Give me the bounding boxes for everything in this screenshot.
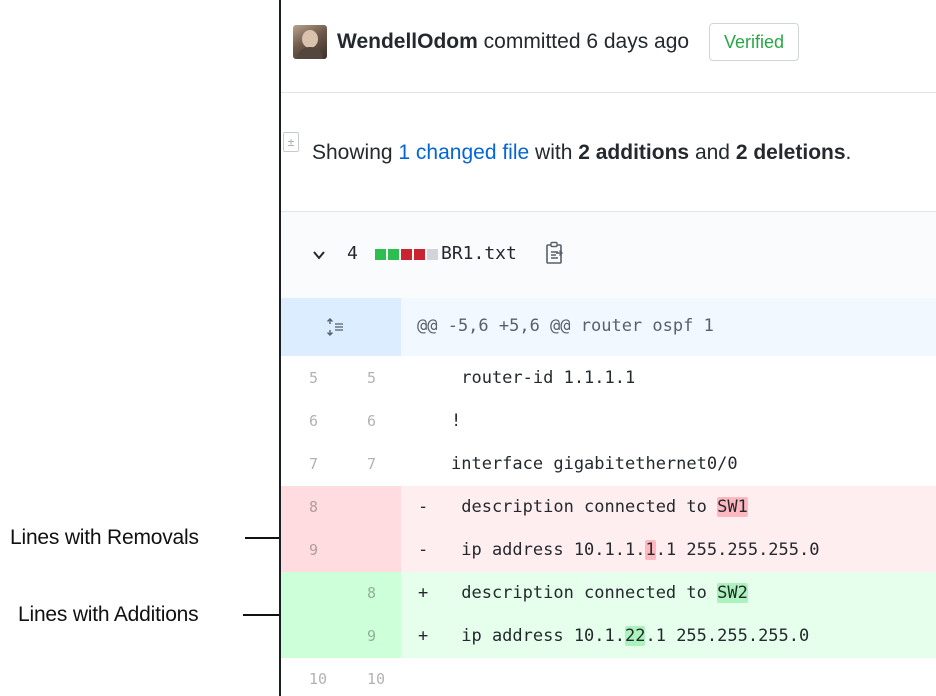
new-line-number[interactable]: 10 (367, 658, 397, 696)
new-line-number[interactable] (367, 486, 397, 529)
diff-line-added: 8 + description connected to SW2 (281, 572, 936, 615)
commit-header: WendellOdom committed 6 days ago Verifie… (281, 0, 936, 90)
code-text: interface gigabitethernet0/0 (451, 443, 738, 486)
code-segment: ! (451, 411, 462, 431)
diff-line-context: 7 7 interface gigabitethernet0/0 (281, 443, 936, 486)
old-line-number[interactable]: 10 (309, 658, 349, 696)
commit-meta: WendellOdom committed 6 days ago (337, 30, 689, 54)
summary-with: with (535, 141, 573, 164)
deletions-count: 2 deletions (735, 141, 846, 164)
diff-line-removed: 8 - description connected to SW1 (281, 486, 936, 529)
avatar[interactable] (293, 25, 327, 59)
diffstat-block (388, 249, 399, 260)
diffstat-block (414, 249, 425, 260)
diffstat-bar (375, 249, 438, 260)
code-text: ip address 10.1.1.1.1 255.255.255.0 (451, 529, 819, 572)
hunk-header: @@ -5,6 +5,6 @@ router ospf 1 (281, 298, 936, 356)
diff-line-context: 6 6! (281, 400, 936, 443)
diff-line-context: 55 router-id 1.1.1.1 (281, 357, 936, 400)
code-segment: ip address 10.1.1. (451, 540, 646, 560)
old-line-number[interactable] (309, 572, 349, 615)
new-line-number[interactable]: 8 (367, 572, 397, 615)
commit-panel: WendellOdom committed 6 days ago Verifie… (279, 0, 936, 696)
old-line-number[interactable]: 6 (309, 400, 349, 443)
code-highlight: 1 (645, 540, 656, 560)
code-text: router-id 1.1.1.1 (451, 357, 635, 400)
callout-removals: Lines with Removals (0, 523, 199, 553)
new-line-number[interactable]: 6 (367, 400, 397, 443)
chevron-down-icon[interactable] (311, 247, 327, 263)
code-text: description connected to SW2 (451, 572, 748, 615)
code-segment: .1 255.255.255.0 (655, 540, 820, 560)
diffstat-block (375, 249, 386, 260)
summary-period: . (845, 141, 852, 164)
diff-marker: - (418, 540, 429, 560)
callout-additions: Lines with Additions (0, 600, 199, 630)
summary-and: and (694, 141, 730, 164)
commit-action-text: committed 6 days ago (483, 30, 690, 53)
old-line-number[interactable]: 8 (309, 486, 349, 529)
code-segment: ip address 10.1. (451, 626, 625, 646)
new-line-number[interactable]: 5 (367, 357, 397, 400)
expand-icon[interactable] (325, 318, 345, 336)
diffstat-block (401, 249, 412, 260)
diff-marker: - (418, 497, 429, 517)
new-line-number[interactable]: 9 (367, 615, 397, 658)
hunk-header-text: @@ -5,6 +5,6 @@ router ospf 1 (417, 316, 714, 336)
additions-count: 2 additions (578, 141, 690, 164)
old-line-number[interactable]: 9 (309, 529, 349, 572)
callout-additions-label: Lines with Additions (18, 603, 199, 626)
old-line-number[interactable]: 7 (309, 443, 349, 486)
code-highlight: SW1 (717, 497, 748, 517)
old-line-number[interactable] (309, 615, 349, 658)
diff-summary-text: Showing 1 changed file with 2 additions … (312, 141, 851, 165)
clipboard-icon[interactable] (545, 241, 565, 265)
code-segment: description connected to (451, 583, 718, 603)
diff-line-removed: 9 - ip address 10.1.1.1.1 255.255.255.0 (281, 529, 936, 572)
new-line-number[interactable]: 7 (367, 443, 397, 486)
diff-marker: + (418, 583, 429, 603)
old-line-number[interactable]: 5 (309, 357, 349, 400)
diff-marker: + (418, 626, 429, 646)
code-highlight: 22 (625, 626, 646, 646)
code-highlight: SW2 (717, 583, 748, 603)
code-text: description connected to SW1 (451, 486, 748, 529)
diff-line-added: 9 + ip address 10.1.22.1 255.255.255.0 (281, 615, 936, 658)
verified-badge[interactable]: Verified (709, 23, 800, 61)
code-segment: .1 255.255.255.0 (645, 626, 810, 646)
callout-removals-label: Lines with Removals (10, 526, 199, 549)
diffstat-block (427, 249, 438, 260)
code-segment: interface gigabitethernet0/0 (451, 454, 738, 474)
changed-files-link[interactable]: 1 changed file (398, 141, 529, 164)
commit-author-link[interactable]: WendellOdom (337, 30, 478, 53)
file-name-link[interactable]: BR1.txt (441, 243, 517, 264)
code-segment: description connected to (451, 497, 718, 517)
code-text: ip address 10.1.22.1 255.255.255.0 (451, 615, 809, 658)
code-segment: router-id 1.1.1.1 (451, 368, 636, 388)
code-text: ! (451, 400, 461, 443)
file-diff-icon: ± (283, 132, 299, 152)
diff-line-context: 10 10 (281, 658, 936, 696)
summary-prefix: Showing (312, 141, 393, 164)
new-line-number[interactable] (367, 529, 397, 572)
file-change-count: 4 (347, 243, 358, 264)
